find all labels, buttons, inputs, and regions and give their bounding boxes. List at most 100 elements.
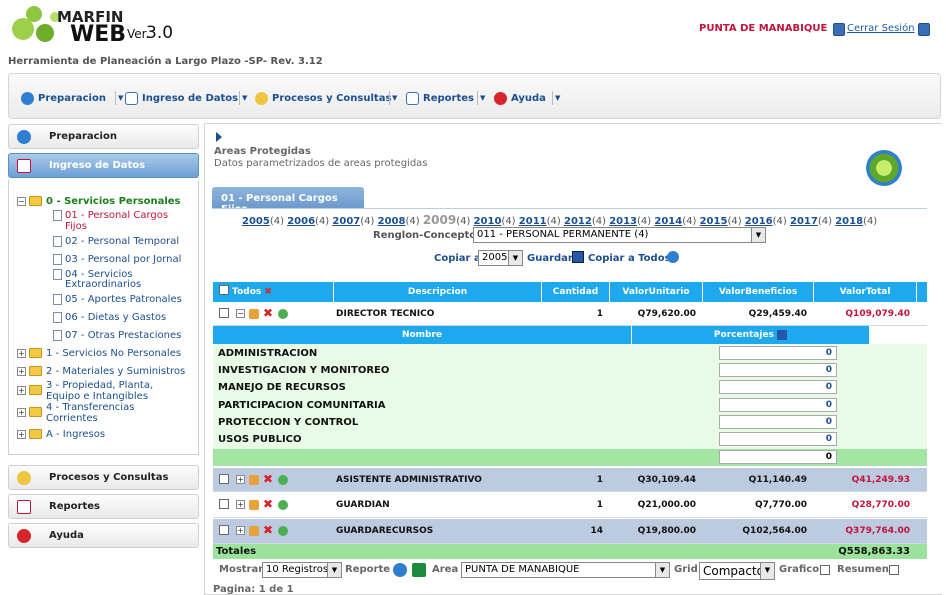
year-link-2006[interactable]: 2006 [287, 216, 315, 227]
tree-item-07[interactable]: 07 - Otras Prestaciones [65, 330, 181, 341]
tree-item-01-cont[interactable]: Fijos [65, 221, 87, 232]
logout-link[interactable]: Cerrar Sesión [847, 23, 915, 34]
row-checkbox[interactable] [219, 474, 229, 484]
year-link-2007[interactable]: 2007 [332, 216, 360, 227]
area-select[interactable]: PUNTA DE MANABIQUE ▼ [461, 562, 670, 578]
refresh-icon[interactable] [667, 251, 679, 263]
menu-preparacion-dropdown[interactable]: ▼ [115, 91, 123, 105]
row-checkbox[interactable] [219, 308, 229, 318]
year-link-2015[interactable]: 2015 [700, 216, 728, 227]
menu-reportes[interactable]: Reportes [406, 92, 474, 105]
select-all-checkbox[interactable] [219, 285, 229, 295]
add-icon[interactable] [278, 500, 288, 510]
expand-icon[interactable]: + [17, 408, 26, 417]
percent-input[interactable]: 0 [719, 398, 837, 412]
tree-root-3-cont[interactable]: Equipo e Intangibles [46, 391, 148, 402]
tree-root-2[interactable]: 2 - Materiales y Suministros [46, 366, 185, 377]
sidebar-ayuda[interactable]: Ayuda [8, 523, 199, 548]
resumen-checkbox[interactable] [889, 565, 899, 575]
delete-icon[interactable]: ✖ [263, 524, 273, 536]
tree-item-06[interactable]: 06 - Dietas y Gastos [65, 312, 166, 323]
menu-ingreso-datos[interactable]: Ingreso de Datos [125, 92, 238, 105]
collapse-row-icon[interactable]: − [236, 309, 245, 318]
row-checkbox[interactable] [219, 499, 229, 509]
tab-personal-cargos-fijos[interactable]: 01 - Personal Cargos Fijos [212, 187, 364, 215]
table-row[interactable]: + ✖ GUARDARECURSOS 14 Q19,800.00 Q102,56… [213, 519, 927, 544]
year-link-2008[interactable]: 2008 [378, 216, 406, 227]
year-link-2014[interactable]: 2014 [654, 216, 682, 227]
delete-all-icon[interactable]: ✖ [264, 287, 272, 297]
expand-icon[interactable]: + [17, 386, 26, 395]
delete-icon[interactable]: ✖ [263, 498, 273, 510]
renglon-select[interactable]: 011 - PERSONAL PERMANENTE (4) ▼ [473, 227, 766, 243]
row-checkbox[interactable] [219, 525, 229, 535]
add-icon[interactable] [278, 309, 288, 319]
edit-icon[interactable] [249, 526, 259, 536]
copiar-todos-button[interactable]: Copiar a Todos [588, 253, 671, 264]
menu-procesos-dropdown[interactable]: ▼ [389, 91, 397, 105]
year-link-2010[interactable]: 2010 [474, 216, 502, 227]
add-icon[interactable] [278, 526, 288, 536]
sidebar-reportes[interactable]: Reportes [8, 494, 199, 519]
tree-item-02[interactable]: 02 - Personal Temporal [65, 236, 179, 247]
percent-input[interactable]: 0 [719, 380, 837, 394]
collapse-icon[interactable]: − [17, 197, 26, 206]
delete-icon[interactable]: ✖ [263, 307, 273, 319]
expand-row-icon[interactable]: + [236, 500, 245, 509]
menu-ingreso-dropdown[interactable]: ▼ [239, 91, 247, 105]
guardar-button[interactable]: Guardar [527, 253, 573, 264]
table-row[interactable]: − ✖ DIRECTOR TECNICO 1 Q79,620.00 Q29,45… [213, 302, 927, 326]
percent-input[interactable]: 0 [719, 346, 837, 360]
lock-icon-right[interactable] [918, 23, 930, 36]
web-report-icon[interactable] [393, 563, 407, 577]
menu-ayuda-dropdown[interactable]: ▼ [552, 91, 560, 105]
year-link-2005[interactable]: 2005 [242, 216, 270, 227]
menu-reportes-dropdown[interactable]: ▼ [477, 91, 485, 105]
copiar-year-select[interactable]: 2005 ▼ [478, 250, 523, 266]
year-link-2016[interactable]: 2016 [745, 216, 773, 227]
percent-input[interactable]: 0 [719, 363, 837, 377]
menu-procesos[interactable]: Procesos y Consultas [255, 92, 391, 105]
expand-icon[interactable]: + [17, 430, 26, 439]
excel-icon[interactable] [412, 563, 426, 577]
sidebar-procesos[interactable]: Procesos y Consultas [8, 465, 199, 490]
save-icon[interactable] [777, 329, 788, 340]
tree-item-04-cont[interactable]: Extraordinarios [65, 279, 141, 290]
year-link-2011[interactable]: 2011 [519, 216, 547, 227]
menu-preparacion[interactable]: Preparacion [21, 92, 106, 105]
percent-input[interactable]: 0 [719, 432, 837, 446]
save-icon[interactable] [572, 251, 584, 263]
tree-item-05[interactable]: 05 - Aportes Patronales [65, 294, 182, 305]
tree-root-a[interactable]: A - Ingresos [46, 429, 105, 440]
add-icon[interactable] [278, 475, 288, 485]
table-row[interactable]: + ✖ ASISTENTE ADMINISTRATIVO 1 Q30,109.4… [213, 468, 927, 492]
expand-row-icon[interactable]: + [236, 526, 245, 535]
tree-item-03[interactable]: 03 - Personal por Jornal [65, 254, 181, 265]
tree-root-4-cont[interactable]: Corrientes [46, 413, 98, 424]
expand-icon[interactable]: + [17, 367, 26, 376]
year-link-2017[interactable]: 2017 [790, 216, 818, 227]
expand-icon[interactable]: + [17, 349, 26, 358]
year-link-2013[interactable]: 2013 [609, 216, 637, 227]
edit-icon[interactable] [249, 309, 259, 319]
delete-icon[interactable]: ✖ [263, 473, 273, 485]
tree-item-01[interactable]: 01 - Personal Cargos [65, 210, 168, 221]
table-row[interactable]: + ✖ GUARDIAN 1 Q21,000.00 Q7,770.00 Q28,… [213, 493, 927, 518]
menu-ayuda[interactable]: Ayuda [494, 92, 546, 105]
tree-root-0[interactable]: 0 - Servicios Personales [46, 196, 181, 207]
tree-root-1[interactable]: 1 - Servicios No Personales [46, 348, 181, 359]
grafico-checkbox[interactable] [820, 565, 830, 575]
mostrar-select[interactable]: 10 Registros ▼ [262, 562, 342, 578]
sidebar-ingreso-datos[interactable]: Ingreso de Datos [8, 153, 199, 178]
tree-root-4[interactable]: 4 - Transferencias [46, 402, 134, 413]
year-link-2018[interactable]: 2018 [835, 216, 863, 227]
edit-icon[interactable] [249, 500, 259, 510]
expand-row-icon[interactable]: + [236, 475, 245, 484]
collapse-arrow-icon[interactable] [216, 132, 222, 142]
sidebar-preparacion[interactable]: Preparacion [8, 124, 199, 149]
grid-select[interactable]: Compacto ▼ [699, 562, 775, 580]
edit-icon[interactable] [249, 475, 259, 485]
percent-input[interactable]: 0 [719, 415, 837, 429]
year-link-2012[interactable]: 2012 [564, 216, 592, 227]
tree-root-3[interactable]: 3 - Propiedad, Planta, [46, 380, 153, 391]
